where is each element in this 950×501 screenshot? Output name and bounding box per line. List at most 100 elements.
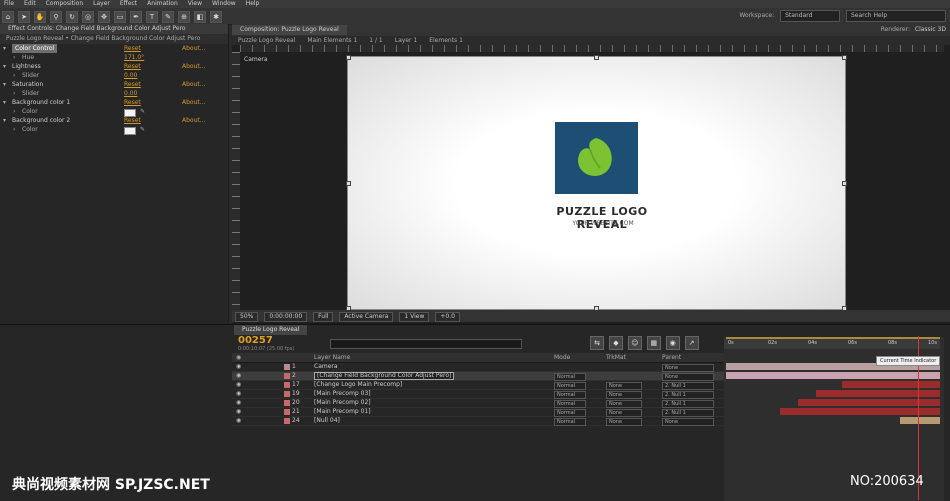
layer-label-color[interactable] [284, 418, 290, 424]
transform-handle[interactable] [842, 181, 847, 186]
menu-item[interactable]: File [4, 0, 14, 7]
transform-handle[interactable] [594, 55, 599, 60]
visibility-eye-icon[interactable]: ◉ [236, 390, 241, 398]
parent-select[interactable]: None [662, 418, 714, 426]
parent-select[interactable]: 2. Null 1 [662, 409, 714, 417]
layer-duration-bar[interactable] [780, 408, 940, 415]
expand-triangle-icon[interactable]: › [13, 71, 15, 80]
effect-value[interactable]: 0.00 [124, 71, 137, 80]
tab-timeline[interactable]: Puzzle Logo Reveal [234, 325, 308, 335]
layer-name[interactable]: [Null 04] [314, 417, 340, 425]
layer-duration-bar[interactable] [816, 390, 940, 397]
effect-controls-tab[interactable]: Effect Controls: Change Field Background… [0, 24, 228, 34]
pen-icon[interactable]: ✒ [130, 11, 142, 23]
search-help-input[interactable]: Search Help [846, 10, 946, 22]
breadcrumb-item[interactable]: Elements 1 [429, 37, 463, 44]
layer-row[interactable]: ◉ 20 [Main Precomp 02] Normal None 2. Null 1 [232, 399, 724, 408]
blend-mode-select[interactable]: Normal [554, 391, 586, 399]
layer-name[interactable]: [Main Precomp 03] [314, 390, 371, 398]
expand-triangle-icon[interactable]: ▾ [3, 44, 6, 53]
hand-icon[interactable]: ✋ [34, 11, 46, 23]
rotate-icon[interactable]: ↻ [66, 11, 78, 23]
effect-row[interactable]: ▾ Background color 1 Reset About... [0, 98, 228, 107]
visibility-eye-icon[interactable]: ◉ [236, 408, 241, 416]
blend-mode-select[interactable]: Normal [554, 418, 586, 426]
effect-about-link[interactable]: About... [182, 116, 205, 125]
expand-triangle-icon[interactable]: ▾ [3, 80, 6, 89]
frame-blending-icon[interactable]: ▦ [646, 336, 661, 350]
expand-triangle-icon[interactable]: › [13, 89, 15, 98]
effect-row[interactable]: › Slider 0.00 [0, 71, 228, 80]
blend-mode-select[interactable]: Normal [554, 400, 586, 408]
parent-select[interactable]: 2. Null 1 [662, 391, 714, 399]
parent-select[interactable]: None [662, 364, 714, 372]
effect-row[interactable]: › Color ✎ [0, 107, 228, 117]
time-ruler[interactable]: 0s 02s 04s 06s 08s 10s [724, 339, 940, 349]
layer-label-color[interactable] [284, 400, 290, 406]
effect-value[interactable]: Reset [124, 44, 141, 53]
menu-item[interactable]: Edit [24, 0, 36, 7]
transform-handle[interactable] [842, 55, 847, 60]
transform-handle[interactable] [346, 181, 351, 186]
track-matte-select[interactable]: None [606, 400, 642, 408]
expand-triangle-icon[interactable]: › [13, 125, 15, 134]
track-matte-select[interactable]: None [606, 391, 642, 399]
menu-item[interactable]: View [188, 0, 202, 7]
layer-duration-bar[interactable] [842, 381, 940, 388]
layer-name[interactable]: Camera [314, 363, 338, 371]
layer-name[interactable]: [Change Logo Main Precomp] [314, 381, 402, 389]
viewer-control[interactable]: 50% [235, 312, 259, 322]
menu-item[interactable]: Help [246, 0, 260, 7]
effect-about-link[interactable]: About... [182, 62, 205, 71]
menu-item[interactable]: Window [212, 0, 236, 7]
effect-row[interactable]: › Hue 171.0° [0, 53, 228, 62]
eraser-icon[interactable]: ◧ [194, 11, 206, 23]
arrow-icon[interactable]: ➤ [18, 11, 30, 23]
color-swatch[interactable] [124, 127, 136, 135]
eyedropper-icon[interactable]: ✎ [140, 125, 145, 134]
viewer-control[interactable]: +0.0 [435, 312, 460, 322]
effect-value[interactable]: Reset [124, 80, 141, 89]
shy-layers-icon[interactable]: ☺ [627, 336, 642, 350]
effect-row[interactable]: ▾ Color Control Reset About... [0, 44, 228, 53]
layer-duration-bar[interactable] [900, 417, 940, 424]
expand-triangle-icon[interactable]: ▾ [3, 98, 6, 107]
parent-select[interactable]: 2. Null 1 [662, 400, 714, 408]
stamp-icon[interactable]: ⊕ [178, 11, 190, 23]
breadcrumb-item[interactable]: Main Elements 1 [307, 37, 357, 44]
comp-mini-flowchart-icon[interactable]: ⇆ [590, 336, 604, 350]
layer-row[interactable]: ◉ 1 Camera None [232, 363, 724, 372]
rect-icon[interactable]: ▭ [114, 11, 126, 23]
effect-about-link[interactable]: About... [182, 44, 205, 53]
expand-triangle-icon[interactable]: ▾ [3, 62, 6, 71]
layer-row[interactable]: ◉ 21 [Main Precomp 01] Normal None 2. Null 1 [232, 408, 724, 417]
tab-composition[interactable]: Composition: Puzzle Logo Reveal [232, 25, 347, 35]
layer-row[interactable]: ◉ 17 [Change Logo Main Precomp] Normal None 2… [232, 381, 724, 390]
effect-about-link[interactable]: About... [182, 80, 205, 89]
zoom-icon[interactable]: ⚲ [50, 11, 62, 23]
effect-row[interactable]: › Slider 0.00 [0, 89, 228, 98]
draft-3d-icon[interactable]: ◆ [608, 336, 623, 350]
visibility-eye-icon[interactable]: ◉ [236, 399, 241, 407]
viewer-control[interactable]: Active Camera [339, 312, 394, 322]
effect-row[interactable]: › Color ✎ [0, 125, 228, 135]
viewer-control[interactable]: Full [313, 312, 334, 322]
eyedropper-icon[interactable]: ✎ [140, 107, 145, 116]
text-icon[interactable]: T [146, 11, 158, 23]
transform-handle[interactable] [346, 55, 351, 60]
expand-triangle-icon[interactable]: › [13, 107, 15, 116]
layer-label-color[interactable] [284, 409, 290, 415]
blend-mode-select[interactable]: Normal [554, 373, 586, 381]
motion-blur-icon[interactable]: ◉ [665, 336, 680, 350]
graph-editor-icon[interactable]: ↗ [684, 336, 699, 350]
visibility-eye-icon[interactable]: ◉ [236, 417, 241, 425]
renderer-value[interactable]: Classic 3D [915, 25, 946, 35]
layer-label-color[interactable] [284, 382, 290, 388]
effect-row[interactable]: ▾ Background color 2 Reset About... [0, 116, 228, 125]
puppet-icon[interactable]: ✱ [210, 11, 222, 23]
layer-duration-bar[interactable] [726, 372, 940, 379]
viewer-control[interactable]: 0:00:00:00 [264, 312, 308, 322]
menu-item[interactable]: Effect [120, 0, 137, 7]
layer-row[interactable]: ◉ 19 [Main Precomp 03] Normal None 2. Null 1 [232, 390, 724, 399]
effect-row[interactable]: ▾ Lightness Reset About... [0, 62, 228, 71]
